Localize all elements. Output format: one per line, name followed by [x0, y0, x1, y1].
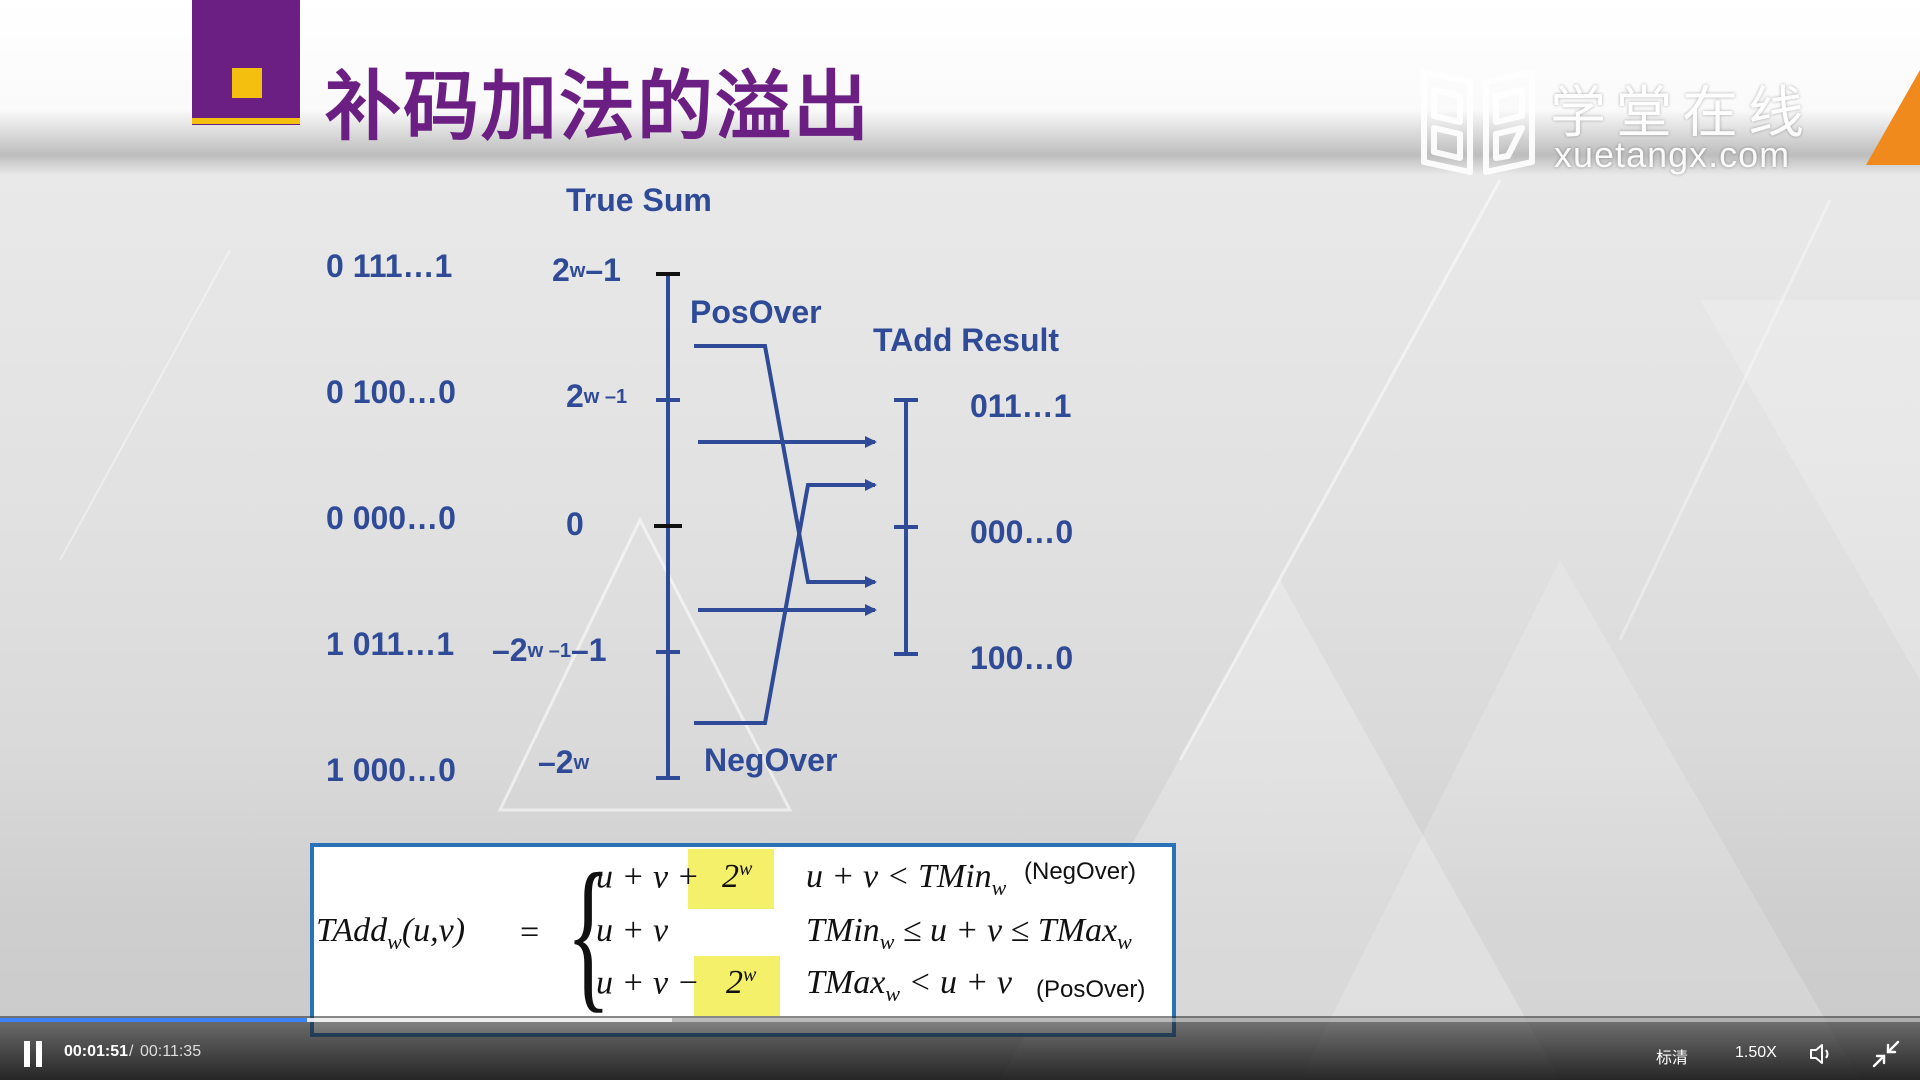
binary-label: 1 000…0: [326, 752, 456, 788]
pause-button[interactable]: [22, 1041, 44, 1067]
posover-mapping-line: [694, 344, 877, 588]
progress-bar[interactable]: [0, 1018, 1920, 1022]
current-time: 00:01:51: [64, 1043, 129, 1060]
formula-case-negover: u + v + 2w: [596, 858, 753, 896]
posover-label: PosOver: [690, 294, 822, 330]
negover-label: NegOver: [704, 742, 838, 778]
binary-label: 0 100…0: [326, 374, 456, 410]
value-label-zero: 0: [566, 506, 584, 542]
player-control-bar: [0, 1016, 1920, 1080]
progress-played: [0, 1018, 308, 1022]
value-label-half: 2w –1: [566, 378, 628, 414]
binary-label: 1 011…1: [326, 626, 455, 662]
result-label: 011…1: [970, 388, 1072, 424]
formula-note-negover: (NegOver): [1024, 858, 1137, 885]
value-label-neg-half: –2w –1–1: [492, 632, 607, 668]
tadd-result-label: TAdd Result: [873, 322, 1060, 358]
time-separator: /: [129, 1043, 134, 1060]
exit-fullscreen-icon[interactable]: [1872, 1040, 1900, 1068]
formula-cond-normal: TMinw ≤ u + v ≤ TMaxw: [806, 912, 1132, 954]
slide: 补码加法的溢出 学堂在线 xuetangx.com True Sum TAdd …: [0, 0, 1920, 1080]
formula-case-posover: u + v − 2w: [596, 964, 757, 1002]
volume-icon[interactable]: [1808, 1042, 1834, 1066]
pause-icon: [24, 1041, 30, 1067]
value-label-max: 2w–1: [552, 252, 621, 288]
formula-note-posover: (PosOver): [1036, 976, 1146, 1003]
formula-case-normal: u + v: [596, 912, 669, 949]
true-sum-label: True Sum: [566, 182, 712, 218]
quality-button[interactable]: 标清: [1656, 1044, 1688, 1068]
binary-label: 0 111…1: [326, 248, 453, 284]
negover-mapping-line: [694, 479, 877, 725]
formula-lhs: TAddw(u,v): [316, 912, 466, 954]
result-label: 100…0: [970, 640, 1074, 676]
binary-label: 0 000…0: [326, 500, 456, 536]
formula-equals: =: [520, 914, 540, 951]
value-label-min: –2w: [538, 744, 590, 780]
result-label: 000…0: [970, 514, 1074, 550]
speed-button[interactable]: 1.50X: [1735, 1044, 1777, 1062]
formula-cond-posover: TMaxw < u + v: [806, 964, 1012, 1006]
formula-cond-negover: u + v < TMinw: [806, 858, 1007, 900]
total-time: 00:11:35: [140, 1043, 202, 1060]
